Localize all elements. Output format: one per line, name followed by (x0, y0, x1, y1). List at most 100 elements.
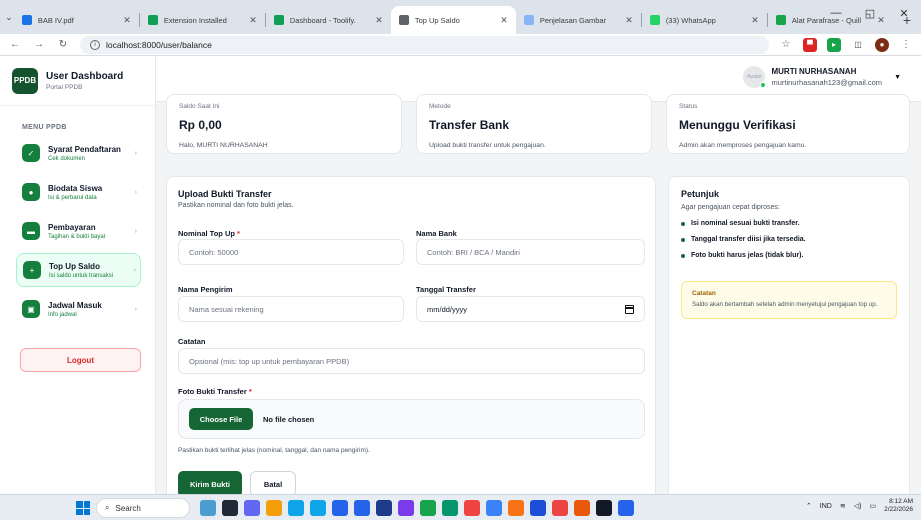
close-tab-icon[interactable]: ✕ (625, 15, 633, 26)
note-input[interactable]: Opsional (mis: top up untuk pembayaran P… (178, 348, 645, 374)
close-tab-icon[interactable]: ✕ (123, 15, 131, 26)
bookmark-star-icon[interactable]: ☆ (779, 39, 793, 50)
file-hint: Pastikan bukti terlihat jelas (nominal, … (178, 447, 370, 454)
taskbar-app-icon[interactable] (552, 500, 568, 516)
browser-tab[interactable]: Top Up Saldo ✕ (390, 6, 516, 34)
user-email: murtinurhasanah123@gmail.com (771, 78, 883, 87)
browser-menu-icon[interactable]: ⋮ (899, 39, 913, 50)
restore-button[interactable]: ◱ (853, 0, 887, 26)
taskbar-app-icon[interactable] (530, 500, 546, 516)
clock[interactable]: 8:12 AM 2/22/2026 (884, 498, 913, 514)
language-indicator[interactable]: IND (820, 503, 832, 510)
bank-label: Nama Bank (416, 229, 457, 238)
reload-icon[interactable]: ↻ (56, 39, 70, 50)
sidebar-item[interactable]: + Top Up Saldo Isi saldo untuk transaksi › (16, 253, 141, 287)
taskbar-app-icon[interactable] (200, 500, 216, 516)
close-tab-icon[interactable]: ✕ (375, 15, 383, 26)
wifi-icon[interactable]: ≋ (840, 502, 846, 510)
user-menu[interactable]: Avatar MURTI NURHASANAH murtinurhasanah1… (743, 66, 901, 88)
nominal-input[interactable]: Contoh: 50000 (178, 239, 404, 265)
taskbar-app-icon[interactable] (596, 500, 612, 516)
close-window-button[interactable]: ✕ (887, 0, 921, 26)
taskbar-search[interactable]: ⌕ Search (96, 498, 190, 518)
sidebar: PPDB User Dashboard Portal PPDB MENU PPD… (0, 56, 156, 494)
taskbar-app-icon[interactable] (508, 500, 524, 516)
taskbar-app-icon[interactable] (420, 500, 436, 516)
browser-tab[interactable]: Extension Installed ✕ (140, 6, 265, 34)
user-name: MURTI NURHASANAH (771, 67, 857, 76)
tab-favicon-icon (147, 15, 158, 25)
tab-title: Extension Installed (163, 15, 227, 25)
sidebar-title: User Dashboard (46, 70, 124, 82)
chevron-right-icon: › (134, 305, 137, 313)
taskbar-app-icon[interactable] (310, 500, 326, 516)
taskbar-app-icon[interactable] (464, 500, 480, 516)
os-taskbar: ⌕ Search ⌃ IND ≋ ◁) ▭ 8:12 AM 2/22/2026 (0, 494, 921, 520)
minimize-button[interactable]: — (819, 0, 853, 26)
file-label: Foto Bukti Transfer * (178, 387, 252, 396)
extensions-puzzle-icon[interactable]: ◫ (851, 38, 865, 52)
taskbar-app-icon[interactable] (398, 500, 414, 516)
guide-title: Petunjuk (681, 189, 720, 199)
file-upload-box: Choose File No file chosen (178, 399, 645, 439)
stat-value: Transfer Bank (429, 118, 510, 132)
browser-tab[interactable]: BAB IV.pdf ✕ (14, 6, 139, 34)
taskbar-app-icon[interactable] (266, 500, 282, 516)
sidebar-brand: PPDB User Dashboard Portal PPDB (0, 56, 155, 106)
taskbar-app-icon[interactable] (574, 500, 590, 516)
profile-avatar-icon[interactable]: ● (875, 37, 889, 52)
taskbar-app-icon[interactable] (486, 500, 502, 516)
guide-tip: Tanggal transfer diisi jika tersedia. (681, 236, 897, 243)
extension-icon[interactable]: ▀ (803, 37, 817, 52)
browser-tab[interactable]: Penjelasan Gambar ✕ (516, 6, 641, 34)
taskbar-app-icon[interactable] (442, 500, 458, 516)
sidebar-item[interactable]: ● Biodata Siswa Isi & perbarui data › (16, 175, 141, 209)
battery-icon[interactable]: ▭ (869, 502, 876, 510)
date-input[interactable]: mm/dd/yyyy (416, 296, 645, 322)
window-controls: — ◱ ✕ (819, 0, 921, 26)
user-icon: ● (22, 183, 40, 201)
plus-icon: + (23, 261, 41, 279)
tab-search-icon[interactable]: ⌄ (4, 4, 14, 30)
sidebar-item[interactable]: ✓ Syarat Pendaftaran Cek dokumen › (16, 136, 141, 170)
stat-note: Halo, MURTI NURHASANAH (179, 142, 268, 149)
taskbar-app-icon[interactable] (288, 500, 304, 516)
tab-favicon-icon (775, 15, 786, 25)
sidebar-subtitle: Portal PPDB (46, 83, 83, 91)
chevron-up-icon[interactable]: ⌃ (806, 502, 812, 510)
wallet-icon: ▬ (22, 222, 40, 240)
taskbar-app-icon[interactable] (376, 500, 392, 516)
extension-icon[interactable]: ▸ (827, 37, 841, 52)
caret-down-icon[interactable]: ▼ (894, 74, 901, 81)
guide-subtitle: Agar pengajuan cepat diproses: (681, 204, 780, 211)
sidebar-item-sub: Isi & perbarui data (48, 194, 97, 201)
tab-title: Penjelasan Gambar (539, 15, 607, 25)
browser-tab[interactable]: (33) WhatsApp ✕ (642, 6, 767, 34)
sidebar-item-sub: Tagihan & bukti bayar (48, 233, 106, 240)
sidebar-item[interactable]: ▣ Jadwal Masuk Info jadwal › (16, 292, 141, 326)
forward-icon[interactable]: → (32, 39, 46, 50)
sidebar-item[interactable]: ▬ Pembayaran Tagihan & bukti bayar › (16, 214, 141, 248)
browser-tab[interactable]: Dashboard - Toolify. ✕ (266, 6, 391, 34)
site-info-icon[interactable]: i (90, 39, 100, 50)
taskbar-app-icon[interactable] (354, 500, 370, 516)
taskbar-app-icon[interactable] (332, 500, 348, 516)
volume-icon[interactable]: ◁) (854, 502, 862, 510)
choose-file-button[interactable]: Choose File (189, 408, 253, 430)
calendar-icon[interactable] (625, 304, 634, 314)
sender-input[interactable]: Nama sesuai rekening (178, 296, 404, 322)
check-icon: ✓ (22, 144, 40, 162)
close-tab-icon[interactable]: ✕ (500, 15, 508, 26)
back-icon[interactable]: ← (8, 39, 22, 50)
close-tab-icon[interactable]: ✕ (751, 15, 759, 26)
windows-start-icon[interactable] (76, 501, 90, 515)
close-tab-icon[interactable]: ✕ (249, 15, 257, 26)
taskbar-app-icon[interactable] (222, 500, 238, 516)
address-bar[interactable]: i localhost:8000/user/balance (80, 35, 769, 54)
bank-input[interactable]: Contoh: BRI / BCA / Mandiri (416, 239, 645, 265)
guide-card: Petunjuk Agar pengajuan cepat diproses: … (668, 176, 910, 506)
taskbar-app-icon[interactable] (244, 500, 260, 516)
taskbar-app-icon[interactable] (618, 500, 634, 516)
logout-button[interactable]: Logout (20, 348, 141, 372)
sidebar-item-label: Top Up Saldo (49, 261, 100, 271)
